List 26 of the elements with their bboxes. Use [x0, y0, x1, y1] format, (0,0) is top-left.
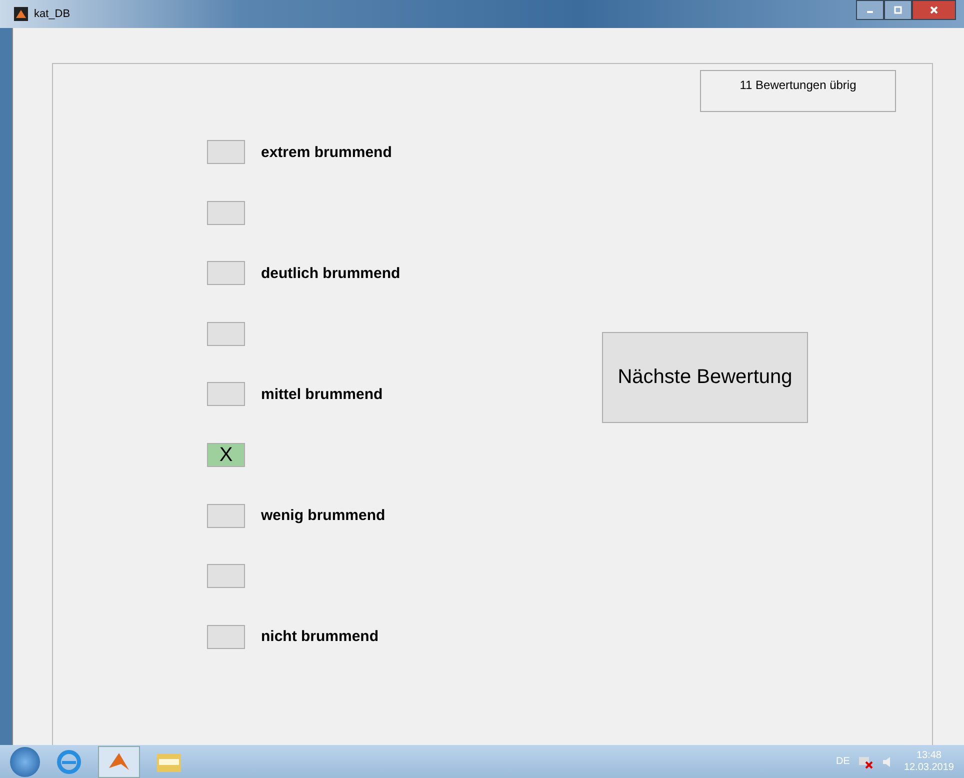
- close-button[interactable]: [912, 0, 956, 20]
- maximize-icon: [893, 6, 903, 14]
- rating-label: extrem brummend: [261, 144, 392, 160]
- rating-toggle[interactable]: [207, 140, 245, 164]
- counter-box: 11 Bewertungen übrig: [700, 70, 896, 112]
- window-title: kat_DB: [34, 8, 70, 20]
- minimize-button[interactable]: [856, 0, 884, 20]
- rating-label: nicht brummend: [261, 628, 379, 646]
- close-icon: [929, 6, 939, 14]
- rating-toggle[interactable]: [207, 322, 245, 346]
- rating-label: mittel brummend: [261, 386, 383, 403]
- rating-toggle[interactable]: [207, 624, 245, 649]
- app-icon: [14, 7, 28, 21]
- rating-label: deutlich brummend: [261, 264, 400, 282]
- rating-toggle[interactable]: [207, 261, 245, 286]
- rating-toggle[interactable]: [207, 564, 245, 588]
- browser-icon[interactable]: [56, 748, 82, 774]
- start-button[interactable]: [10, 746, 40, 776]
- rating-label: wenig brummend: [261, 507, 386, 524]
- rating-toggle[interactable]: [207, 382, 245, 406]
- next-button[interactable]: Nächste Bewertung: [602, 332, 808, 423]
- network-icon[interactable]: [858, 754, 874, 768]
- rating-toggle[interactable]: [207, 200, 245, 225]
- rating-toggle[interactable]: X: [207, 442, 245, 467]
- rating-toggle[interactable]: [207, 504, 245, 528]
- maximize-button[interactable]: [884, 0, 912, 20]
